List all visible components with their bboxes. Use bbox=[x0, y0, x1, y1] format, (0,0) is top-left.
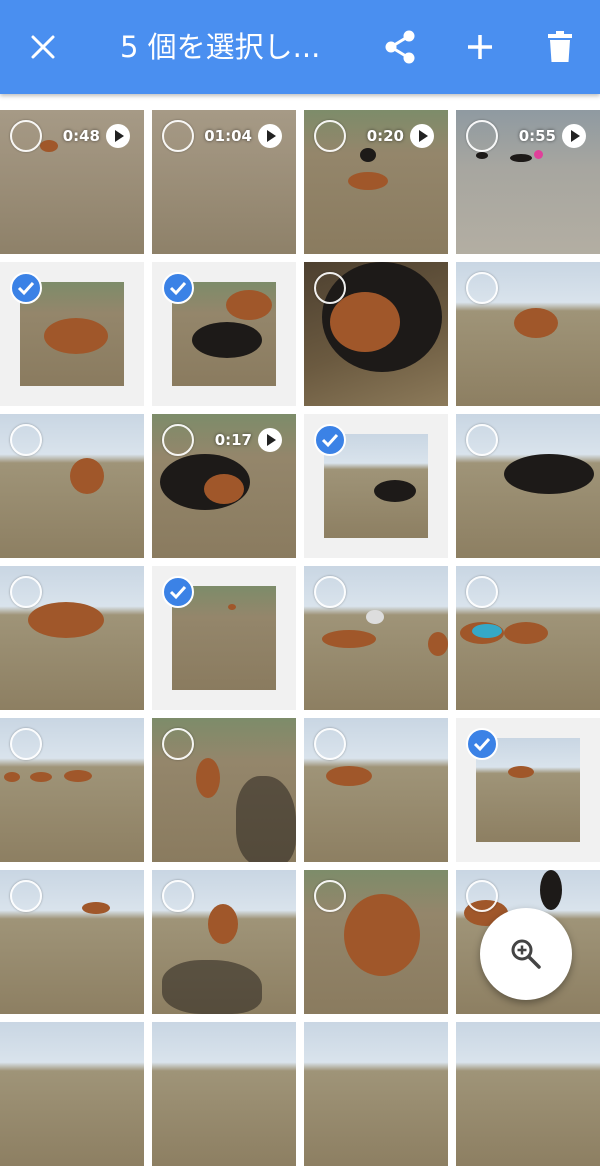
photo-tile[interactable] bbox=[0, 1022, 144, 1166]
select-circle[interactable] bbox=[314, 120, 346, 152]
video-duration: 0:17 bbox=[214, 431, 252, 449]
select-circle[interactable] bbox=[10, 728, 42, 760]
select-circle[interactable] bbox=[314, 272, 346, 304]
selection-title: 5 個を選択し... bbox=[120, 30, 321, 64]
select-circle[interactable] bbox=[466, 424, 498, 456]
photo-tile[interactable] bbox=[152, 718, 296, 862]
photo-tile[interactable] bbox=[304, 262, 448, 406]
select-circle[interactable] bbox=[466, 880, 498, 912]
photo-tile-selected[interactable] bbox=[152, 262, 296, 406]
photo-tile[interactable] bbox=[304, 566, 448, 710]
select-circle[interactable] bbox=[466, 272, 498, 304]
video-badge: 0:20 bbox=[367, 124, 434, 148]
zoom-button[interactable] bbox=[480, 908, 572, 1000]
video-tile[interactable]: 0:48 bbox=[0, 110, 144, 254]
photo-tile[interactable] bbox=[152, 1022, 296, 1166]
delete-icon bbox=[548, 31, 572, 62]
close-icon bbox=[31, 35, 55, 59]
photo-tile[interactable] bbox=[456, 1022, 600, 1166]
select-circle[interactable] bbox=[314, 880, 346, 912]
selected-check-icon[interactable] bbox=[314, 424, 346, 456]
photo-grid: 0:48 01:04 0:20 0:55 0:17 bbox=[0, 0, 600, 1166]
video-duration: 01:04 bbox=[204, 127, 252, 145]
video-duration: 0:20 bbox=[366, 127, 404, 145]
photo-tile[interactable] bbox=[0, 870, 144, 1014]
select-circle[interactable] bbox=[162, 120, 194, 152]
select-circle[interactable] bbox=[162, 424, 194, 456]
close-button[interactable] bbox=[13, 17, 73, 77]
video-tile[interactable]: 01:04 bbox=[152, 110, 296, 254]
photo-tile[interactable] bbox=[0, 566, 144, 710]
select-circle[interactable] bbox=[162, 728, 194, 760]
photo-tile[interactable] bbox=[0, 718, 144, 862]
photo-tile-selected[interactable] bbox=[0, 262, 144, 406]
play-icon bbox=[410, 124, 434, 148]
video-duration: 0:55 bbox=[518, 127, 556, 145]
play-icon bbox=[562, 124, 586, 148]
photo-tile[interactable] bbox=[456, 414, 600, 558]
delete-button[interactable] bbox=[530, 17, 590, 77]
select-circle[interactable] bbox=[10, 120, 42, 152]
add-button[interactable] bbox=[450, 17, 510, 77]
video-badge: 01:04 bbox=[204, 124, 282, 148]
photo-tile[interactable] bbox=[456, 262, 600, 406]
selected-check-icon[interactable] bbox=[162, 272, 194, 304]
selection-app-bar: 5 個を選択し... bbox=[0, 0, 600, 94]
video-badge: 0:55 bbox=[519, 124, 586, 148]
photo-tile[interactable] bbox=[456, 566, 600, 710]
select-circle[interactable] bbox=[466, 120, 498, 152]
select-circle[interactable] bbox=[10, 576, 42, 608]
share-button[interactable] bbox=[370, 17, 430, 77]
photo-tile[interactable] bbox=[304, 718, 448, 862]
selected-check-icon[interactable] bbox=[466, 728, 498, 760]
play-icon bbox=[106, 124, 130, 148]
photo-tile[interactable] bbox=[0, 414, 144, 558]
select-circle[interactable] bbox=[314, 728, 346, 760]
video-tile[interactable]: 0:55 bbox=[456, 110, 600, 254]
select-circle[interactable] bbox=[10, 424, 42, 456]
select-circle[interactable] bbox=[466, 576, 498, 608]
photo-tile-selected[interactable] bbox=[152, 566, 296, 710]
photo-tile[interactable] bbox=[304, 870, 448, 1014]
photo-tile[interactable] bbox=[304, 1022, 448, 1166]
selected-check-icon[interactable] bbox=[10, 272, 42, 304]
select-circle[interactable] bbox=[162, 880, 194, 912]
video-duration: 0:48 bbox=[62, 127, 100, 145]
photo-tile-selected[interactable] bbox=[304, 414, 448, 558]
video-tile[interactable]: 0:20 bbox=[304, 110, 448, 254]
photo-tile-selected[interactable] bbox=[456, 718, 600, 862]
video-badge: 0:48 bbox=[63, 124, 130, 148]
photo-tile[interactable] bbox=[152, 870, 296, 1014]
video-badge: 0:17 bbox=[215, 428, 282, 452]
select-circle[interactable] bbox=[10, 880, 42, 912]
play-icon bbox=[258, 428, 282, 452]
play-icon bbox=[258, 124, 282, 148]
add-icon bbox=[468, 35, 492, 59]
share-icon bbox=[385, 30, 415, 64]
select-circle[interactable] bbox=[314, 576, 346, 608]
video-tile[interactable]: 0:17 bbox=[152, 414, 296, 558]
zoom-in-icon bbox=[511, 939, 541, 969]
selected-check-icon[interactable] bbox=[162, 576, 194, 608]
